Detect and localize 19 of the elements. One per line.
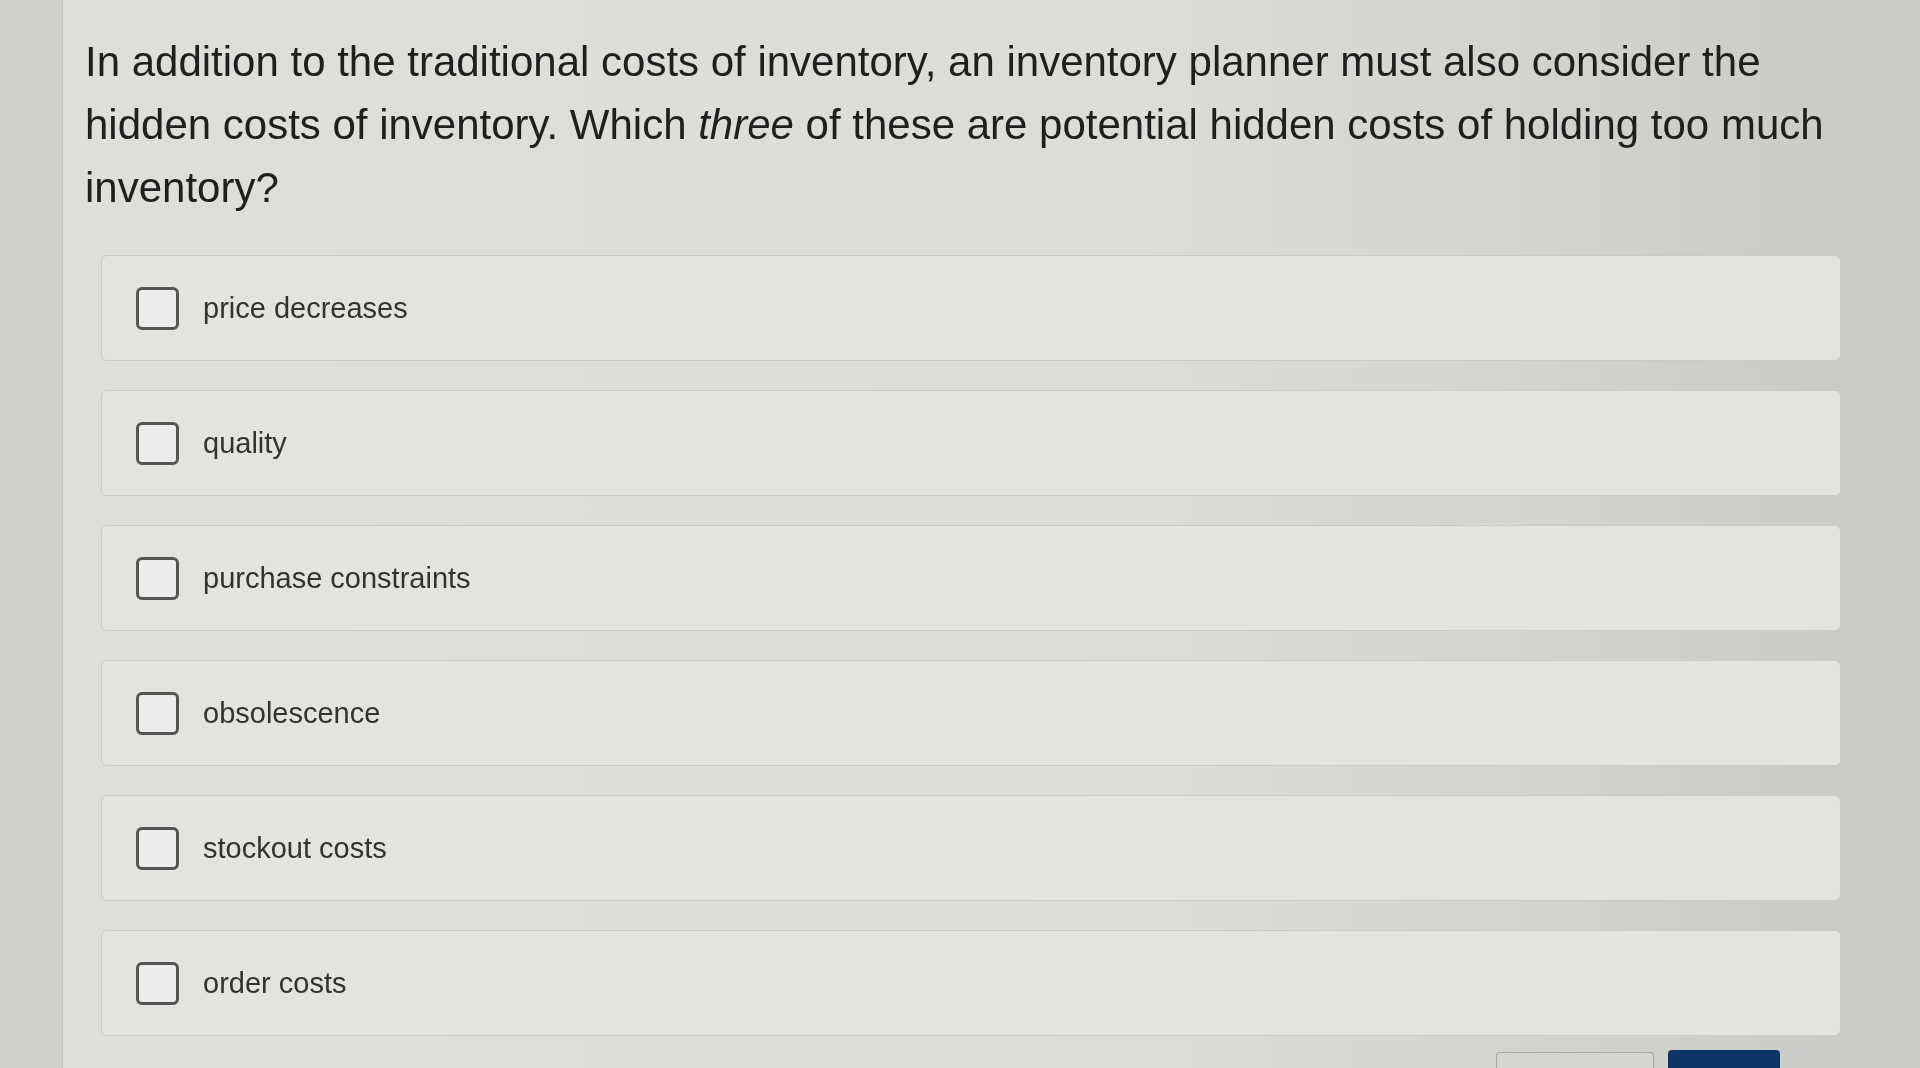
question-text: In addition to the traditional costs of inventory, an inventory planner must also consider the hidden costs of inventory. Which three of these are potential hidden costs of holding too much inventory? <box>85 37 1825 213</box>
option-label: quality <box>203 426 287 460</box>
checkbox[interactable] <box>136 826 179 870</box>
answer-option[interactable]: price decreases <box>101 255 1841 361</box>
checkbox[interactable] <box>136 421 179 465</box>
answer-option[interactable]: purchase constraints <box>101 525 1841 631</box>
answer-option[interactable]: obsolescence <box>101 660 1841 766</box>
checkbox[interactable] <box>136 691 179 735</box>
option-label: price decreases <box>203 291 408 325</box>
checkbox[interactable] <box>136 556 179 600</box>
checkbox[interactable] <box>136 286 179 330</box>
answer-option[interactable]: order costs <box>101 930 1841 1036</box>
answer-option[interactable]: quality <box>101 390 1841 496</box>
option-label: purchase constraints <box>203 561 471 595</box>
option-label: stockout costs <box>203 831 387 865</box>
checkbox[interactable] <box>136 961 179 1005</box>
option-label: obsolescence <box>203 696 381 730</box>
option-label: order costs <box>203 966 347 1000</box>
answer-option[interactable]: stockout costs <box>101 795 1841 901</box>
